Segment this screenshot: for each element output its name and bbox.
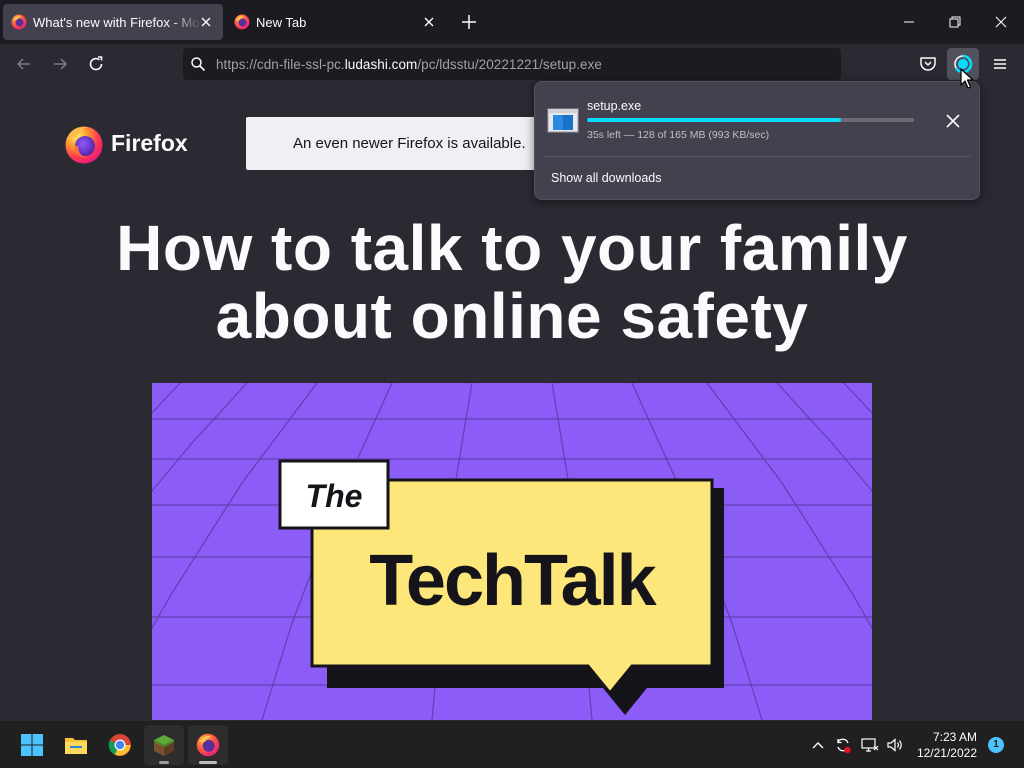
forward-arrow-icon[interactable] [50,54,70,74]
hamburger-menu-icon[interactable] [990,54,1010,74]
downloads-panel: setup.exe 35s left — 128 of 165 MB (993 … [534,81,980,200]
tab-title: New Tab [256,15,307,30]
address-bar[interactable]: https://cdn-file-ssl-pc.ludashi.com/pc/l… [183,48,841,80]
close-tab-icon[interactable] [199,15,213,29]
clock-time: 7:23 AM [932,730,977,744]
tab-title: What's new with Firefox - More [33,15,201,30]
hero-image: The TechTalk [152,383,872,720]
firefox-logo-icon [65,126,103,164]
url-text[interactable]: https://cdn-file-ssl-pc.ludashi.com/pc/l… [216,57,602,72]
firefox-wordmark: Firefox [111,130,188,156]
taskbar-file-explorer[interactable] [56,725,96,765]
update-notice: An even newer Firefox is available. [246,117,546,170]
close-tab-icon[interactable] [422,15,436,29]
pocket-icon[interactable] [918,54,938,74]
show-all-downloads-link[interactable]: Show all downloads [551,171,662,185]
start-button[interactable] [12,725,52,765]
network-icon[interactable] [859,735,879,755]
headline-line-2: about online safety [215,280,809,352]
search-icon [191,57,206,72]
download-file-name: setup.exe [587,99,642,113]
exe-file-icon [547,108,579,133]
tab-strip: What's new with Firefox - More New Tab [0,0,1024,44]
url-path: /pc/ldsstu/20221221/setup.exe [417,57,602,72]
volume-icon[interactable] [885,735,905,755]
firefox-favicon-icon [11,14,27,30]
download-progress-fill [587,118,841,122]
tech-talk-illustration: The TechTalk [152,383,872,720]
taskbar-chrome[interactable] [100,725,140,765]
minimize-window-icon[interactable] [899,12,919,32]
active-indicator [199,761,217,764]
hero-small-label: The [306,478,363,514]
running-indicator [159,761,169,764]
update-notice-text: An even newer Firefox is available. [293,135,526,152]
firefox-icon [196,733,220,757]
mouse-cursor-icon [960,68,974,89]
url-domain: ludashi.com [344,57,418,72]
tab-whats-new[interactable]: What's new with Firefox - More [3,4,223,40]
system-clock[interactable]: 7:23 AM 12/21/2022 [905,729,977,761]
url-prefix: https://cdn-file-ssl-pc. [216,57,345,72]
restore-window-icon[interactable] [945,12,965,32]
reload-icon[interactable] [86,54,106,74]
firefox-favicon-icon [234,14,250,30]
chrome-icon [108,734,131,756]
navigation-toolbar: https://cdn-file-ssl-pc.ludashi.com/pc/l… [0,44,1024,84]
sync-error-icon[interactable] [833,735,853,755]
taskbar-firefox[interactable] [188,725,228,765]
new-tab-plus-icon[interactable] [459,12,479,32]
download-status: 35s left — 128 of 165 MB (993 KB/sec) [587,129,770,141]
back-arrow-icon[interactable] [14,54,34,74]
show-hidden-icons-chevron-icon[interactable] [808,735,828,755]
download-progress-bar [587,118,914,122]
taskbar-minecraft[interactable] [144,725,184,765]
headline-line-1: How to talk to your family [116,212,908,284]
close-window-icon[interactable] [991,12,1011,32]
minecraft-grass-block-icon [154,735,174,756]
cancel-download-icon[interactable] [943,111,963,131]
page-headline: How to talk to your family about online … [0,214,1024,350]
tab-new-tab[interactable]: New Tab [226,4,446,40]
windows-taskbar: 7:23 AM 12/21/2022 1 [0,720,1024,768]
notification-badge[interactable]: 1 [988,737,1004,753]
clock-date: 12/21/2022 [916,746,977,760]
windows-logo-icon [21,734,43,756]
screen: What's new with Firefox - More New Tab h… [0,0,1024,768]
divider [543,156,971,157]
folder-icon [65,738,87,754]
hero-big-label: TechTalk [369,541,657,621]
